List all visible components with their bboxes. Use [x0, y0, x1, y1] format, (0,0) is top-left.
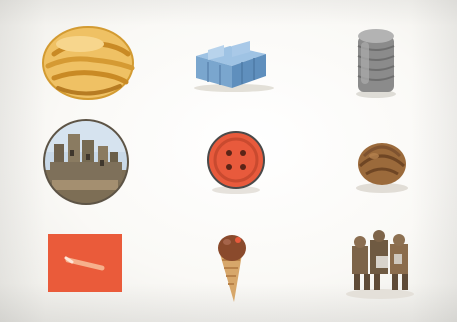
grid-item-orange-button[interactable] [178, 116, 286, 206]
grid-item-castle-photo[interactable] [30, 116, 138, 206]
cookie-stack-icon [42, 26, 135, 100]
grid-item-toy-figures[interactable] [328, 218, 436, 308]
ice-cream-cone-icon [218, 235, 246, 302]
castle-photo-icon [43, 119, 129, 205]
picture-card-sheet [0, 0, 457, 322]
grid-item-metal-can[interactable] [328, 16, 436, 106]
grid-item-walnut[interactable] [328, 116, 436, 206]
toy-figures-icon [346, 230, 414, 299]
grid-item-ice-cream-cone[interactable] [178, 218, 286, 308]
grid-item-blue-building[interactable] [178, 16, 286, 106]
orange-button-icon [207, 131, 265, 194]
grid-item-cookie-stack[interactable] [30, 16, 138, 106]
metal-can-icon [356, 29, 396, 98]
orange-square-icon [48, 234, 122, 292]
walnut-icon [356, 143, 408, 193]
grid-item-orange-square[interactable] [30, 218, 138, 308]
blue-building-icon [194, 41, 274, 92]
